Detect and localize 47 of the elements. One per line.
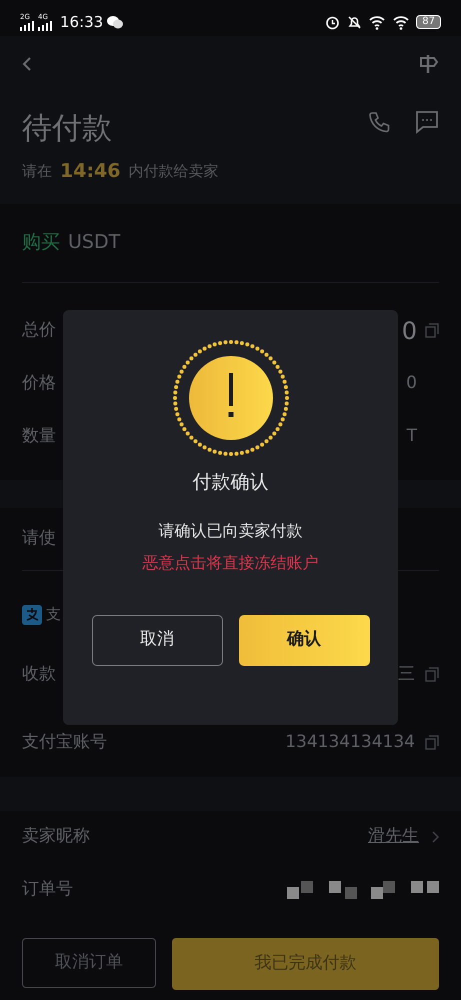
field-label: 卖家昵称 xyxy=(22,825,90,848)
field-label: 价格 xyxy=(22,372,56,396)
back-icon[interactable] xyxy=(22,56,32,72)
order-side: 购买 xyxy=(22,230,60,256)
payment-done-button[interactable]: 我已完成付款 xyxy=(172,938,439,990)
instruction-text: 请使 xyxy=(22,526,56,550)
asset-name: USDT xyxy=(68,230,120,256)
page-title: 待付款 xyxy=(22,110,112,148)
field-value: 134134134134 xyxy=(285,730,415,754)
chevron-right-icon xyxy=(432,831,439,843)
field-label: 总价 xyxy=(22,319,56,342)
field-label: 订单号 xyxy=(22,878,73,902)
cancel-button[interactable]: 取消 xyxy=(92,614,222,666)
chat-bubble-icon[interactable] xyxy=(415,110,439,134)
dialog-title: 付款确认 xyxy=(192,470,270,495)
payment-method: 支 xyxy=(46,604,61,626)
seller-name-link[interactable]: 滑先生 xyxy=(368,824,419,850)
signal-icon xyxy=(38,20,52,30)
deadline-text: 内付款给卖家 xyxy=(128,161,218,182)
alarm-icon xyxy=(325,14,340,30)
phone-icon[interactable] xyxy=(369,110,391,132)
wifi-icon xyxy=(369,14,386,30)
chat-icon xyxy=(107,15,124,29)
field-label: 支付宝账号 xyxy=(22,730,107,754)
copy-icon[interactable] xyxy=(425,323,439,338)
field-value: T xyxy=(406,425,417,448)
payment-app-icon xyxy=(22,604,42,624)
confirm-button[interactable]: 确认 xyxy=(238,614,370,666)
dialog-message: 请确认已向卖家付款 xyxy=(158,520,304,542)
clock-time: 16:33 xyxy=(60,12,104,33)
field-label: 收款 xyxy=(22,662,56,686)
warning-icon xyxy=(170,338,290,458)
field-value: 0 xyxy=(406,372,417,396)
countdown-timer: 14:46 xyxy=(60,159,120,184)
field-label: 数量 xyxy=(22,425,56,448)
battery-indicator: 87 xyxy=(416,15,441,29)
bell-off-icon xyxy=(347,14,362,30)
signpost-icon[interactable] xyxy=(419,54,439,74)
field-value: 三 xyxy=(398,662,415,686)
cancel-order-button[interactable]: 取消订单 xyxy=(22,938,156,988)
field-value: 0 xyxy=(402,316,417,347)
wifi-icon xyxy=(393,14,410,30)
copy-icon[interactable] xyxy=(425,666,439,682)
deadline-text: 请在 xyxy=(22,161,52,182)
signal-icon xyxy=(20,20,34,30)
copy-icon[interactable] xyxy=(425,734,439,750)
warning-message: 恶意点击将直接冻结账户 xyxy=(142,552,320,574)
